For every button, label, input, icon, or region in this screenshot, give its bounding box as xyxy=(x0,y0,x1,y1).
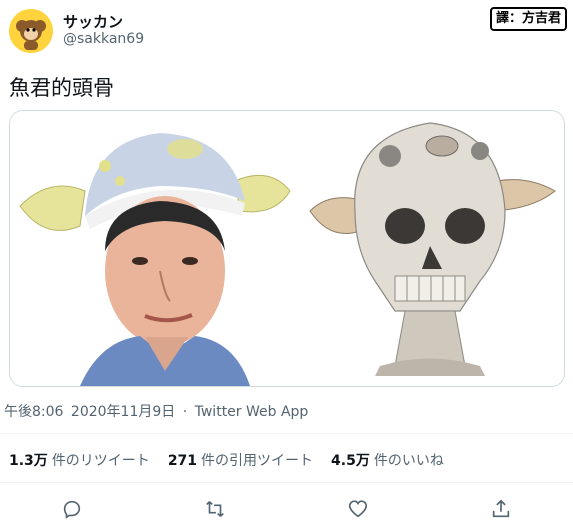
retweet-button[interactable] xyxy=(202,496,228,522)
divider xyxy=(0,433,573,434)
action-bar xyxy=(0,496,573,522)
reply-icon xyxy=(63,500,80,519)
translator-tag: 譯：方吉君 xyxy=(489,7,567,31)
retweet-icon xyxy=(206,501,224,517)
tweet-timestamp: 午後8:06 2020年11月9日 · Twitter Web App xyxy=(4,401,311,421)
meta-separator: · xyxy=(182,404,188,420)
quotes-label: 件の引用ツイート xyxy=(201,453,314,469)
tweet-source[interactable]: Twitter Web App xyxy=(195,404,309,420)
avatar[interactable] xyxy=(9,9,53,53)
like-icon xyxy=(349,500,368,518)
tweet-media[interactable] xyxy=(9,110,565,387)
quotes-stat[interactable]: 271 件の引用ツイート xyxy=(168,450,313,470)
quotes-count: 271 xyxy=(167,453,198,469)
display-name[interactable]: サッカン xyxy=(63,11,123,32)
engagement-stats: 1.3万 件のリツイート 271 件の引用ツイート 4.5万 件のいいね xyxy=(9,450,444,470)
share-button[interactable] xyxy=(488,496,514,522)
retweets-count: 1.3万 xyxy=(9,453,48,469)
user-handle[interactable]: @sakkan69 xyxy=(63,31,144,47)
tweet-text: 魚君的頭骨 xyxy=(9,76,114,100)
tweet-date[interactable]: 2020年11月9日 xyxy=(71,404,175,420)
divider xyxy=(0,482,573,483)
share-icon xyxy=(493,499,510,518)
tweet-time[interactable]: 午後8:06 xyxy=(4,404,63,420)
likes-label: 件のいいね xyxy=(373,453,444,469)
likes-stat[interactable]: 4.5万 件のいいね xyxy=(331,450,444,470)
retweets-stat[interactable]: 1.3万 件のリツイート xyxy=(9,450,150,470)
reply-button[interactable] xyxy=(59,496,85,522)
retweets-label: 件のリツイート xyxy=(51,453,150,469)
likes-count: 4.5万 xyxy=(331,453,370,469)
like-button[interactable] xyxy=(345,496,371,522)
